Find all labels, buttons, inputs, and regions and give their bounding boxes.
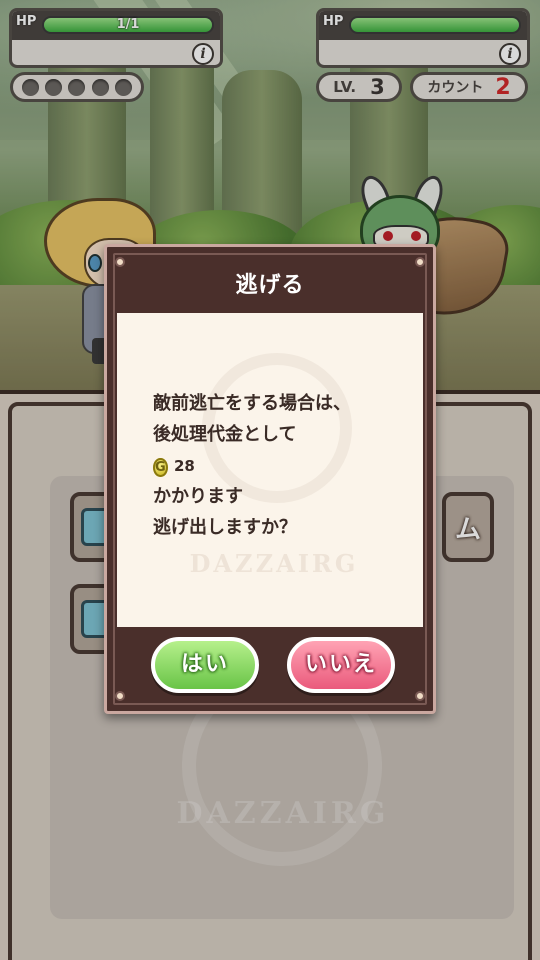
no-button[interactable]: いいえ xyxy=(287,637,395,693)
dialog-message: 敵前逃亡をする場合は、 後処理代金として G 28 かかります 逃げ出しますか？ xyxy=(153,388,351,543)
rivet-icon xyxy=(415,691,425,701)
yes-button[interactable]: はい xyxy=(151,637,259,693)
cost-amount: 28 xyxy=(173,457,195,475)
rivet-icon xyxy=(415,257,425,267)
flee-confirm-dialog: 逃げる DAZZAIRG 敵前逃亡をする場合は、 後処理代金として G 28 か… xyxy=(104,244,436,714)
dialog-body: DAZZAIRG 敵前逃亡をする場合は、 後処理代金として G 28 かかります… xyxy=(117,313,423,627)
message-line: 後処理代金として xyxy=(153,424,297,445)
message-line: かかります xyxy=(153,486,243,507)
rivet-icon xyxy=(115,691,125,701)
message-line: 敵前逃亡をする場合は、 xyxy=(153,393,351,414)
cost-row: G 28 xyxy=(153,450,351,481)
message-line: 逃げ出しますか？ xyxy=(153,517,297,538)
dialog-title: 逃げる xyxy=(235,273,305,298)
crest-watermark-text: DAZZAIRG xyxy=(189,549,359,578)
rivet-icon xyxy=(115,257,125,267)
gold-coin-icon: G xyxy=(153,458,168,477)
